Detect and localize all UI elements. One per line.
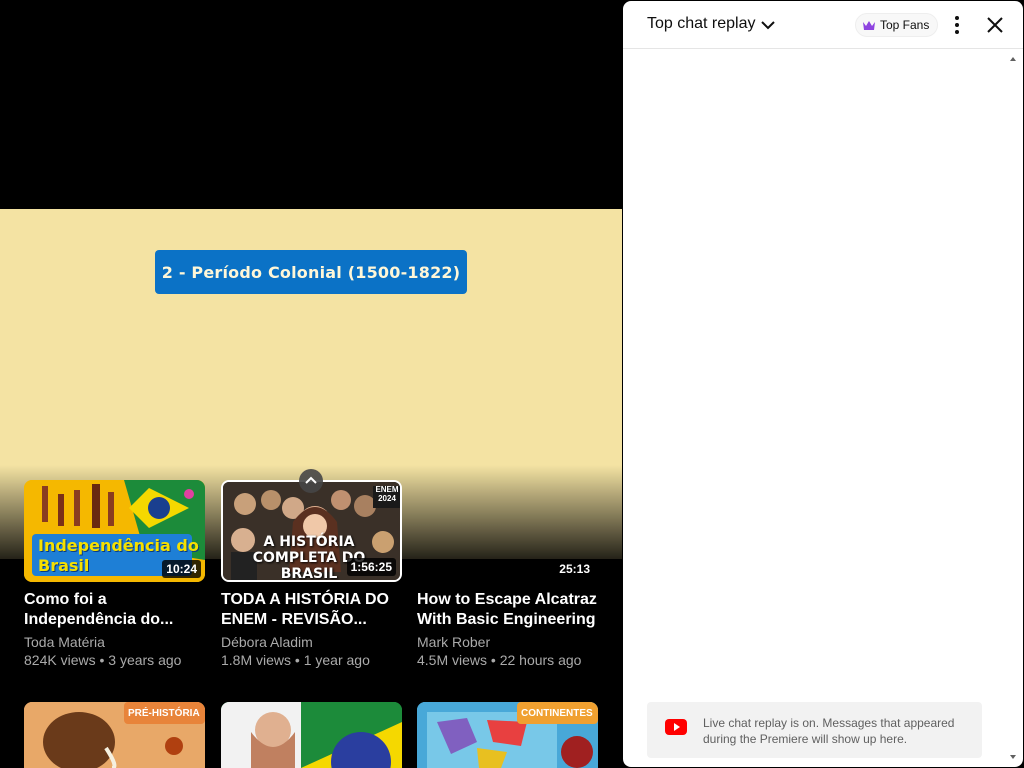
thumbnail-badge: CONTINENTES (521, 708, 593, 719)
thumbnail-badge: PRÉ-HISTÓRIA (128, 708, 200, 719)
top-fans-label: Top Fans (880, 18, 930, 32)
chevron-up-icon (305, 476, 317, 484)
video-title[interactable]: TODA A HISTÓRIA DO ENEM - REVISÃO... (221, 590, 402, 630)
video-title[interactable]: How to Escape Alcatraz With Basic Engine… (417, 590, 598, 630)
chat-header: Top chat replay Top Fans (623, 1, 1023, 49)
close-chat-button[interactable] (983, 13, 1007, 37)
chat-replay-notice: Live chat replay is on. Messages that ap… (647, 702, 982, 758)
scroll-up-arrow[interactable] (1009, 55, 1017, 63)
live-chat-panel: Top chat replay Top Fans Live chat repla… (623, 1, 1023, 767)
app-root: 2 - Período Colonial (1500-1822) Indepen… (0, 0, 1024, 768)
close-icon (987, 17, 1003, 33)
video-meta: 4.5M views • 22 hours ago (417, 652, 582, 668)
video-letterbox-top (0, 0, 622, 209)
crown-icon (863, 21, 875, 30)
video-meta: 1.8M views • 1 year ago (221, 652, 370, 668)
video-thumbnail-row2-3[interactable]: CONTINENTES (417, 702, 598, 768)
video-thumbnail[interactable]: Independência do Brasil 10:24 (24, 480, 205, 582)
video-title[interactable]: Como foi a Independência do... (24, 590, 205, 630)
video-meta: 824K views • 3 years ago (24, 652, 182, 668)
duration-badge: 1:56:25 (346, 558, 396, 576)
notice-text: Live chat replay is on. Messages that ap… (703, 716, 955, 746)
thumbnail-art (221, 702, 402, 768)
chapter-title: 2 - Período Colonial (1500-1822) (155, 250, 467, 294)
video-thumbnail[interactable]: ENEM 2024 A HISTÓRIA COMPLETA DO BRASIL … (221, 480, 402, 582)
channel-name[interactable]: Mark Rober (417, 634, 490, 650)
channel-name[interactable]: Débora Aladim (221, 634, 313, 650)
duration-badge: 10:24 (162, 560, 201, 578)
channel-name[interactable]: Toda Matéria (24, 634, 105, 650)
collapse-endscreen-button[interactable] (299, 469, 323, 493)
video-thumbnail-row2-2[interactable] (221, 702, 402, 768)
youtube-icon (665, 719, 687, 735)
chat-menu-button[interactable] (945, 13, 969, 37)
chat-mode-title[interactable]: Top chat replay (647, 15, 756, 33)
duration-badge: 25:13 (555, 560, 594, 578)
kebab-icon (955, 16, 959, 34)
video-thumbnail[interactable]: 25:13 (417, 480, 598, 582)
top-fans-button[interactable]: Top Fans (855, 13, 939, 37)
video-thumbnail-row2-1[interactable]: PRÉ-HISTÓRIA (24, 702, 205, 768)
scroll-down-arrow[interactable] (1009, 753, 1017, 761)
thumbnail-badge: ENEM 2024 (375, 485, 399, 503)
chevron-down-icon[interactable] (760, 17, 776, 33)
